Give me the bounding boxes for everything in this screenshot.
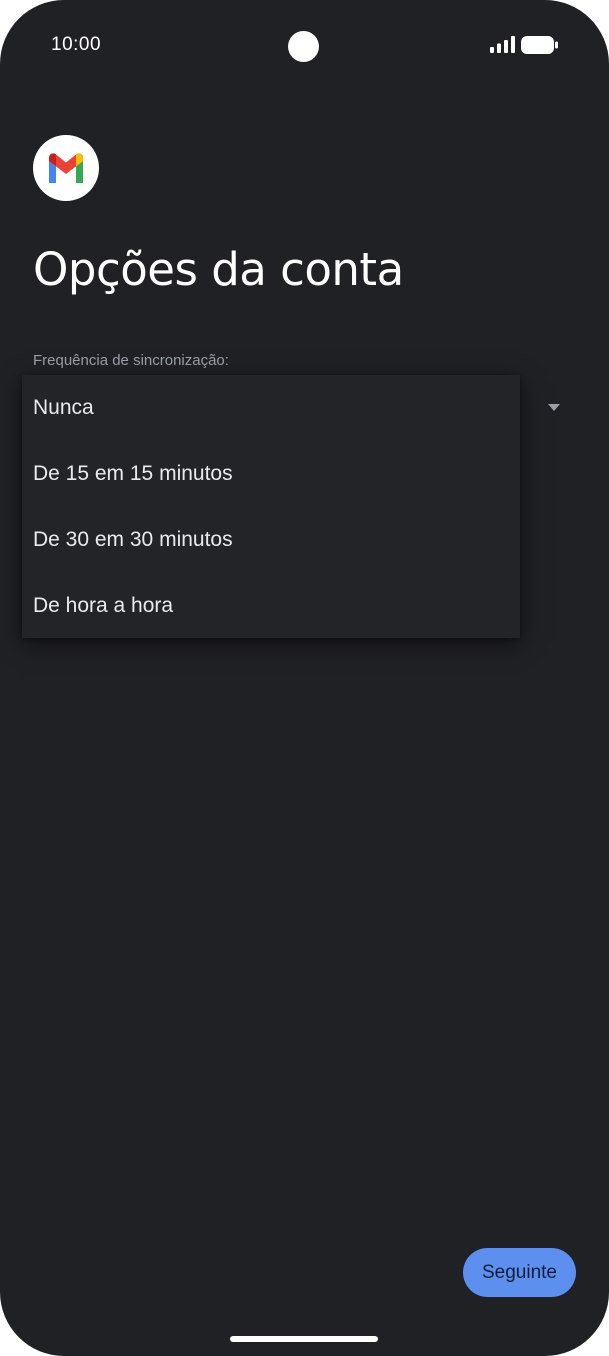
status-time: 10:00 — [51, 34, 102, 55]
phone-screen: 10:00 Opções da conta Frequência de sinc… — [0, 0, 609, 1356]
menu-item-hourly[interactable]: De hora a hora — [22, 573, 520, 639]
dropdown-arrow-icon[interactable] — [546, 404, 562, 412]
battery-full-icon — [521, 36, 558, 54]
cellular-signal-icon — [490, 36, 515, 53]
home-indicator[interactable] — [230, 1336, 378, 1342]
sync-frequency-label: Frequência de sincronização: — [33, 352, 229, 369]
next-button[interactable]: Seguinte — [463, 1248, 576, 1297]
page-title: Opções da conta — [33, 243, 404, 296]
status-bar: 10:00 — [0, 0, 609, 92]
sync-frequency-dropdown-menu: Nunca De 15 em 15 minutos De 30 em 30 mi… — [22, 375, 520, 638]
menu-item-15-minutes[interactable]: De 15 em 15 minutos — [22, 441, 520, 507]
gmail-logo-icon — [33, 135, 99, 201]
menu-item-30-minutes[interactable]: De 30 em 30 minutos — [22, 507, 520, 573]
front-camera-cutout — [288, 31, 319, 62]
menu-item-never[interactable]: Nunca — [22, 375, 520, 441]
